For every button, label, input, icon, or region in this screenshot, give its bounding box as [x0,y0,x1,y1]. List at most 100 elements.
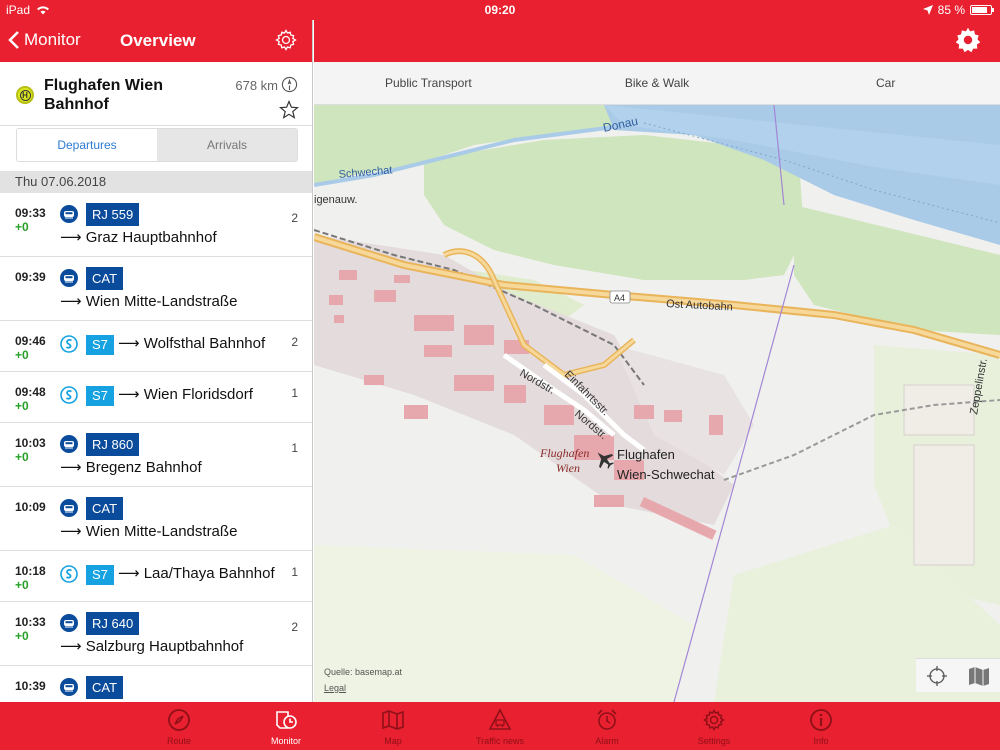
destination-label: Salzburg Hauptbahnhof [85,638,244,655]
departure-row[interactable]: 10:18 +0 S7 ⟶ Laa/Thaya Bahnhof 1 [0,551,312,602]
mode-car[interactable]: Car [771,62,1000,104]
status-bar: iPad 09:20 85 % [0,0,1000,20]
departure-delay: +0 [15,220,29,234]
location-arrow-icon [922,5,933,15]
app-root: iPad 09:20 85 % Monitor Overview H Flugh… [0,0,1000,750]
map-legal-link[interactable]: Legal [324,683,346,693]
departure-time: 10:09 [15,500,46,514]
monitor-clock-icon [276,711,297,729]
departure-time: 09:39 [15,270,46,284]
crosshair-icon [927,665,947,686]
map-canvas[interactable]: A4 Donau Schwechat igenauw. Ost Autobahn… [314,105,1000,702]
train-icon [60,269,78,287]
departure-row[interactable]: 10:39 CAT [0,666,312,702]
train-icon [60,678,78,696]
gear-icon [703,708,725,732]
arrow-right-icon: ⟶ [60,523,82,540]
destination-label: Bregenz Bahnhof [85,459,202,476]
map-label-flughafen-wien-2: Wien [556,461,580,475]
right-navbar [314,20,1000,62]
field-area [314,545,694,702]
departures-list: 09:33 +0 RJ 559 ⟶ Graz Hauptbahnhof 2 09:39 CA… [0,193,312,702]
tab-label: Map [384,736,402,746]
traffic-warning-icon [488,708,512,730]
departure-row[interactable]: 09:48 +0 S7 ⟶ Wien Floridsdorf 1 [0,372,312,423]
map-panel: Public Transport Bike & Walk Car A4 Dona… [314,20,1000,702]
gear-icon[interactable] [274,28,298,52]
departure-time: 10:39 [15,679,46,693]
chevron-left-icon [8,31,19,49]
map-label-airport-2: Wien-Schwechat [617,467,715,482]
gear-icon[interactable] [954,26,982,54]
line-badge: S7 [86,386,114,406]
line-badge: S7 [86,565,114,585]
sbahn-icon [60,335,78,353]
mode-public-transport[interactable]: Public Transport [314,62,543,104]
sbahn-icon [60,386,78,404]
departure-row[interactable]: 09:39 CAT ⟶ Wien Mitte-Landstraße [0,257,312,321]
tab-info[interactable]: Info [768,702,875,750]
departure-row[interactable]: 09:46 +0 S7 ⟶ Wolfsthal Bahnhof 2 [0,321,312,372]
destination-label: Graz Hauptbahnhof [85,229,217,246]
departure-delay: +0 [15,348,29,362]
platform-number: 1 [291,565,298,579]
tab-bar: Route Monitor Map Traffic news Alarm Set… [0,702,1000,750]
departure-destination: ⟶ Wien Mitte-Landstraße [60,292,237,310]
battery-percent: 85 % [937,3,965,17]
platform-number: 2 [291,620,298,634]
bus-stop-icon: H [16,86,34,104]
arrow-right-icon: ⟶ [118,335,140,352]
arrow-right-icon: ⟶ [60,293,82,310]
info-icon [810,709,832,731]
tab-alarm[interactable]: Alarm [554,702,661,750]
departure-delay: +0 [15,578,29,592]
departure-row[interactable]: 10:33 +0 RJ 640 ⟶ Salzburg Hauptbahnhof 2 [0,602,312,666]
back-button[interactable]: Monitor [8,30,81,50]
arrow-right-icon: ⟶ [118,565,140,582]
arrow-right-icon: ⟶ [60,229,82,246]
tab-label: Alarm [595,736,619,746]
favorite-star-icon[interactable] [279,100,299,120]
departure-row[interactable]: 10:03 +0 RJ 860 ⟶ Bregenz Bahnhof 1 [0,423,312,487]
tab-settings[interactable]: Settings [661,702,768,750]
line-badge: RJ 640 [86,612,140,635]
line-badge: CAT [86,676,124,699]
train-icon [60,499,78,517]
map-layers-button[interactable] [958,659,1000,692]
transport-mode-tabs: Public Transport Bike & Walk Car [314,62,1000,105]
status-time: 09:20 [484,3,516,17]
departure-row[interactable]: 09:33 +0 RJ 559 ⟶ Graz Hauptbahnhof 2 [0,193,312,257]
segment-arrivals[interactable]: Arrivals [157,129,297,161]
compass-icon [168,709,190,731]
map-view[interactable]: A4 Donau Schwechat igenauw. Ost Autobahn… [314,105,1000,702]
tab-traffic-news[interactable]: Traffic news [447,702,554,750]
map-layers-icon [969,666,989,686]
departure-destination: ⟶ Salzburg Hauptbahnhof [60,637,243,655]
departure-destination: ⟶ Wien Mitte-Landstraße [60,522,237,540]
station-header: H Flughafen Wien Bahnhof 678 km [0,62,312,126]
map-icon [382,710,404,730]
destination-label: Wolfsthal Bahnhof [143,335,266,352]
departure-destination: ⟶ Graz Hauptbahnhof [60,228,217,246]
line-badge: S7 [86,335,114,355]
map-controls [916,658,1000,692]
departure-time: 10:18 [15,564,46,578]
departure-row[interactable]: 10:09 CAT ⟶ Wien Mitte-Landstraße [0,487,312,551]
tab-label: Settings [697,736,731,746]
mode-bike-walk[interactable]: Bike & Walk [543,62,772,104]
destination-label: Laa/Thaya Bahnhof [143,565,275,582]
map-label-igenau: igenauw. [314,194,357,206]
battery-icon [970,5,994,15]
left-navbar: Monitor Overview [0,20,312,62]
locate-button[interactable] [916,659,958,692]
tab-monitor[interactable]: Monitor [233,702,340,750]
departure-destination: ⟶ Laa/Thaya Bahnhof [118,564,275,582]
tab-label: Info [813,736,829,746]
departure-destination: ⟶ Wolfsthal Bahnhof [118,334,265,352]
line-badge: RJ 860 [86,433,140,456]
tab-route[interactable]: Route [126,702,233,750]
segment-departures[interactable]: Departures [17,129,157,161]
map-label-airport-1: Flughafen [617,447,675,462]
tab-map[interactable]: Map [340,702,447,750]
distance-compass-icon [281,76,298,93]
